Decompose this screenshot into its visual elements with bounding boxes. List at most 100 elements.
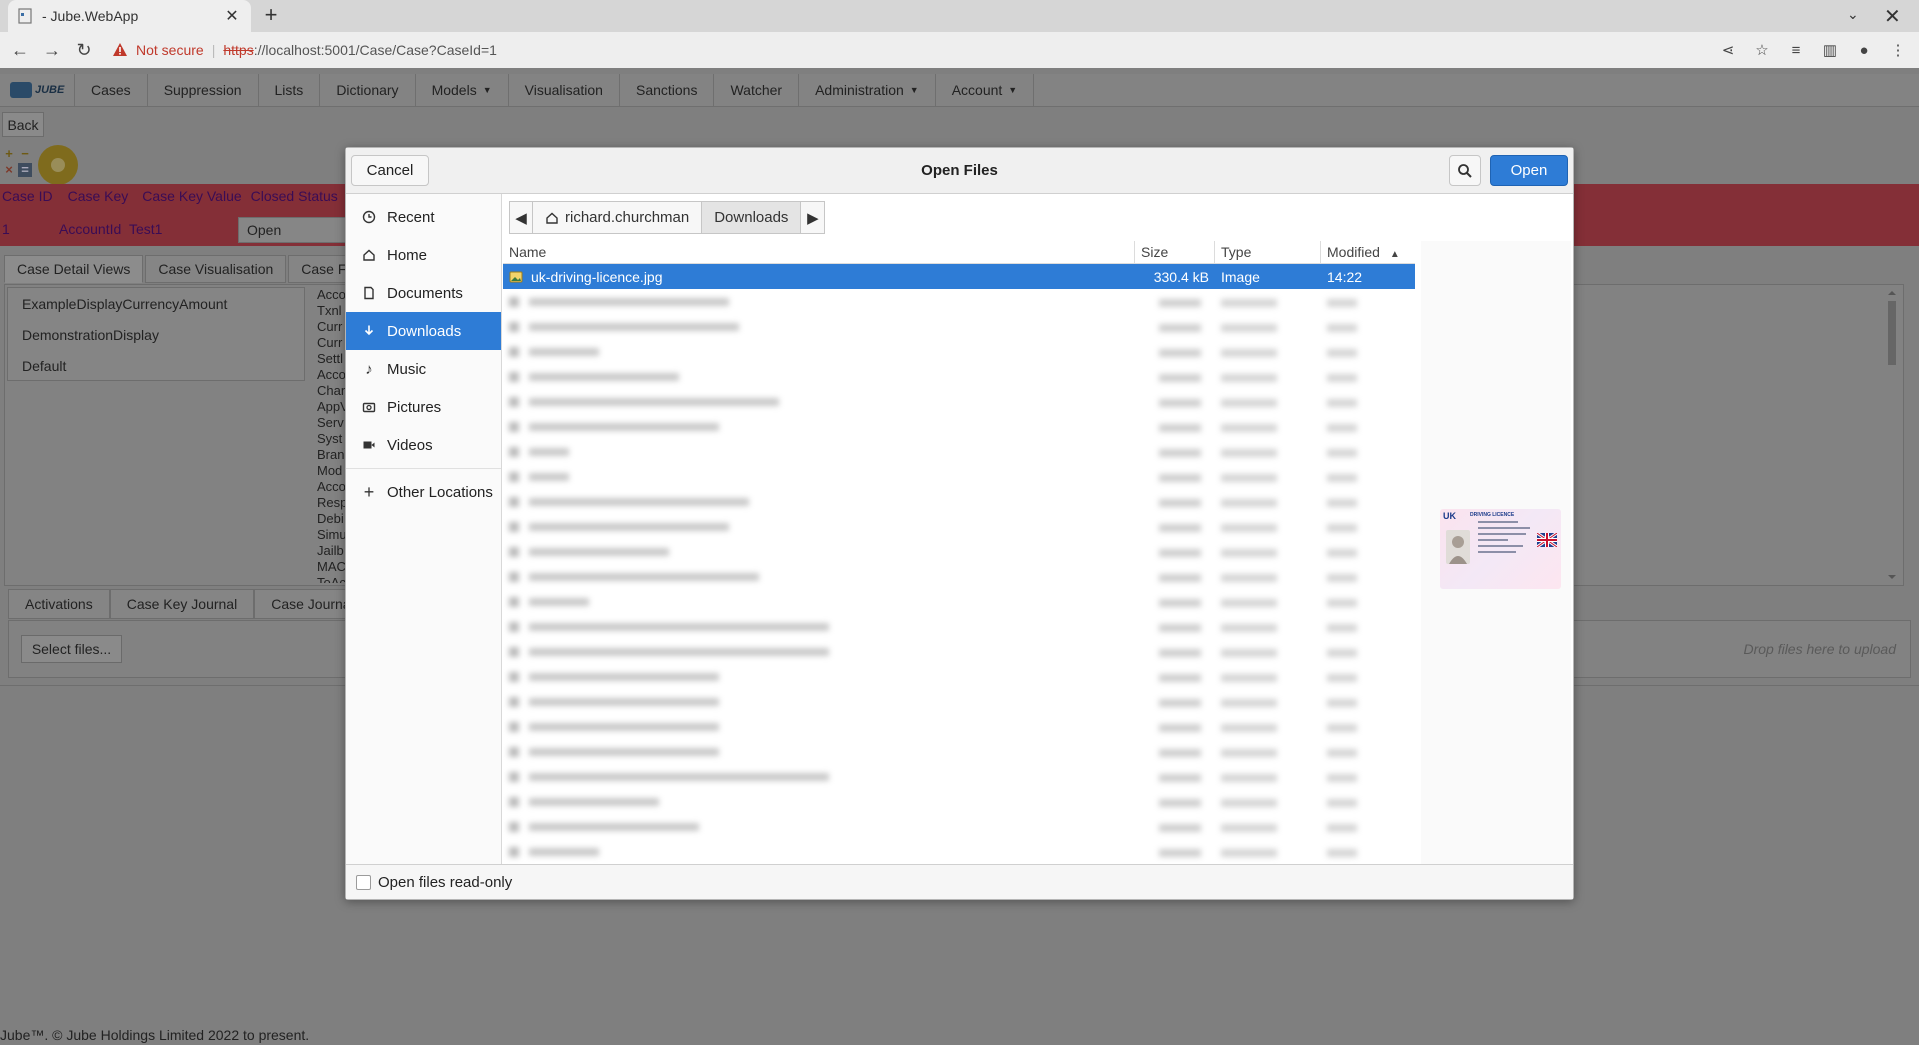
list-item[interactable]: ExampleDisplayCurrencyAmount [8, 288, 304, 319]
table-row[interactable] [503, 714, 1415, 739]
menu-item-watcher[interactable]: Watcher [713, 74, 798, 106]
list-item[interactable]: Default [8, 350, 304, 381]
table-row[interactable] [503, 539, 1415, 564]
path-back-arrow-icon[interactable]: ◀ [509, 201, 533, 234]
reading-list-icon[interactable]: ≡ [1786, 40, 1806, 60]
file-type-obscured [1215, 769, 1321, 785]
jube-logo[interactable]: JUBE [0, 74, 74, 106]
reload-icon[interactable]: ↻ [72, 38, 96, 62]
table-row[interactable] [503, 839, 1415, 864]
table-row[interactable] [503, 514, 1415, 539]
circle-status-icon[interactable] [38, 145, 78, 185]
table-row[interactable] [503, 464, 1415, 489]
new-tab-icon[interactable]: + [258, 4, 284, 28]
menu-item-suppression[interactable]: Suppression [146, 74, 258, 106]
select-files-button[interactable]: Select files... [21, 635, 122, 663]
sidebar-item-documents[interactable]: Documents [346, 274, 501, 312]
closed-status-select[interactable]: Open [238, 217, 358, 243]
url-scheme: https [223, 42, 254, 58]
table-row[interactable] [503, 339, 1415, 364]
path-home-button[interactable]: richard.churchman [533, 201, 703, 234]
back-arrow-icon[interactable]: ← [8, 38, 32, 62]
column-name[interactable]: Name [503, 241, 1135, 263]
column-size[interactable]: Size [1135, 241, 1215, 263]
table-row[interactable] [503, 614, 1415, 639]
table-row[interactable] [503, 639, 1415, 664]
table-row[interactable] [503, 739, 1415, 764]
table-row[interactable] [503, 314, 1415, 339]
table-row[interactable] [503, 789, 1415, 814]
table-row[interactable] [503, 664, 1415, 689]
browser-menu-icon[interactable]: ⋮ [1888, 40, 1908, 60]
tab-search-chevron-icon[interactable]: ⌄ [1847, 6, 1859, 23]
table-row[interactable]: uk-driving-licence.jpg 330.4 kB Image 14… [503, 264, 1415, 289]
profile-avatar-icon[interactable]: ● [1854, 40, 1874, 60]
cancel-button[interactable]: Cancel [351, 155, 429, 186]
search-button[interactable] [1449, 155, 1481, 186]
browser-tab[interactable]: - Jube.WebApp ✕ [8, 0, 251, 32]
file-name-obscured [503, 296, 1135, 307]
tab-case-detail-views[interactable]: Case Detail Views [4, 255, 144, 283]
readonly-checkbox[interactable] [356, 875, 371, 890]
menu-item-cases[interactable]: Cases [74, 74, 147, 106]
table-row[interactable] [503, 489, 1415, 514]
table-row[interactable] [503, 414, 1415, 439]
table-row[interactable] [503, 589, 1415, 614]
tab-case-visualisation[interactable]: Case Visualisation [145, 255, 287, 283]
list-item[interactable]: DemonstrationDisplay [8, 319, 304, 350]
case-key-value-value: Test1 [129, 221, 163, 237]
tab-case-key-journal[interactable]: Case Key Journal [109, 589, 255, 619]
table-row[interactable] [503, 439, 1415, 464]
table-row[interactable] [503, 289, 1415, 314]
not-secure-label: Not secure [136, 42, 204, 58]
sidebar-item-recent[interactable]: Recent [346, 198, 501, 236]
scrollbar[interactable] [1885, 289, 1899, 581]
menu-item-account[interactable]: Account ▼ [934, 74, 1035, 106]
sidebar-item-videos[interactable]: Videos [346, 426, 501, 464]
close-window-icon[interactable]: ✕ [1884, 4, 1901, 29]
file-modified-obscured [1321, 369, 1415, 385]
file-modified-obscured [1321, 794, 1415, 810]
sidebar-item-downloads[interactable]: Downloads [346, 312, 501, 350]
menu-item-sanctions[interactable]: Sanctions [618, 74, 713, 106]
menu-item-administration[interactable]: Administration ▼ [798, 74, 935, 106]
sidebar-item-other-locations[interactable]: + Other Locations [346, 473, 501, 511]
file-name-obscured [503, 471, 1135, 482]
table-row[interactable] [503, 764, 1415, 789]
close-tab-icon[interactable]: ✕ [223, 6, 241, 26]
table-row[interactable] [503, 814, 1415, 839]
browser-chrome: - Jube.WebApp ✕ + ⌄ ✕ ← → ↻ Not secure |… [0, 0, 1919, 68]
divider [346, 468, 501, 469]
table-row[interactable] [503, 364, 1415, 389]
back-button[interactable]: Back [2, 112, 44, 137]
forward-arrow-icon[interactable]: → [40, 38, 64, 62]
tab-bar: - Jube.WebApp ✕ + ⌄ ✕ [0, 0, 1919, 32]
side-panel-icon[interactable]: ▥ [1820, 40, 1840, 60]
file-modified-obscured [1321, 294, 1415, 310]
table-row[interactable] [503, 389, 1415, 414]
sidebar-item-pictures[interactable]: Pictures [346, 388, 501, 426]
path-current-button[interactable]: Downloads [702, 201, 802, 234]
table-row[interactable] [503, 689, 1415, 714]
url-field[interactable]: Not secure | https ://localhost:5001/Cas… [112, 36, 1712, 64]
calculator-icon[interactable]: + − × = [0, 147, 40, 179]
sidebar-item-music[interactable]: ♪ Music [346, 350, 501, 388]
file-modified-obscured [1321, 494, 1415, 510]
menu-item-lists[interactable]: Lists [257, 74, 320, 106]
file-list: Name Size Type Modified ▲ uk-driving-lic… [503, 241, 1415, 864]
menu-item-visualisation[interactable]: Visualisation [507, 74, 619, 106]
path-forward-arrow-icon[interactable]: ▶ [801, 201, 826, 234]
menu-item-models[interactable]: Models ▼ [414, 74, 508, 106]
share-icon[interactable]: ⋖ [1718, 40, 1738, 60]
open-button[interactable]: Open [1490, 155, 1568, 186]
tab-activations[interactable]: Activations [8, 589, 110, 619]
logo-text: JUBE [35, 84, 65, 96]
menu-item-dictionary[interactable]: Dictionary [319, 74, 414, 106]
file-type-obscured [1215, 419, 1321, 435]
column-modified[interactable]: Modified ▲ [1321, 241, 1415, 263]
file-name-obscured [503, 396, 1135, 407]
column-type[interactable]: Type [1215, 241, 1321, 263]
bookmark-star-icon[interactable]: ☆ [1752, 40, 1772, 60]
table-row[interactable] [503, 564, 1415, 589]
sidebar-item-home[interactable]: Home [346, 236, 501, 274]
